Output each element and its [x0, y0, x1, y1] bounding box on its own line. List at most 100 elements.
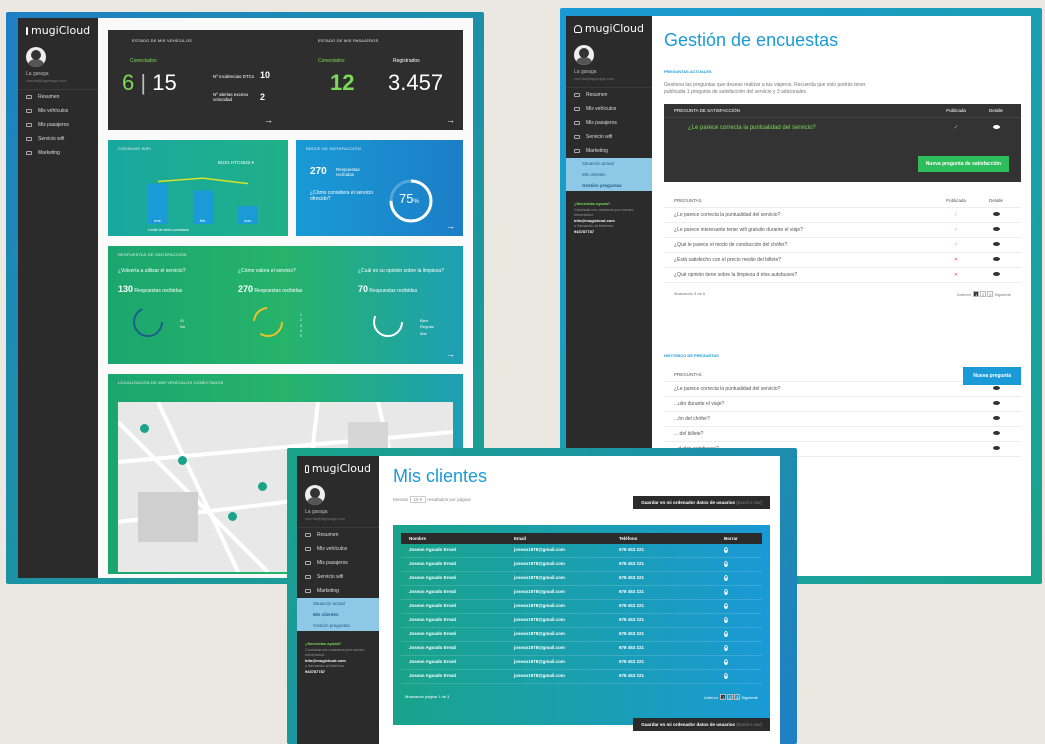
arrow-icon[interactable]: → — [446, 221, 455, 231]
question-row[interactable]: ¿Qué le parece el modo de conducción del… — [664, 238, 1021, 253]
delete-icon[interactable]: ✕ — [724, 589, 729, 595]
new-question-button[interactable]: Nueva pregunta — [963, 367, 1021, 385]
arrow-icon[interactable]: → — [446, 349, 455, 359]
eye-icon[interactable] — [992, 124, 1000, 129]
survey-2: ¿Cómo valora el servicio? 270 Respuestas… — [238, 268, 348, 347]
bus-marker-icon[interactable] — [178, 456, 187, 465]
bus-icon — [26, 109, 32, 113]
sidebar-item-wifi[interactable]: Servicio wifi — [566, 130, 652, 144]
sub-situacion[interactable]: Situación actual — [566, 158, 652, 169]
survey-question: ¿Cómo valora el servicio? — [238, 268, 296, 274]
veh-title: ESTADO DE MIS VEHÍCULOS — [132, 38, 192, 43]
help-box: ¿Necesitas ayuda? Contacta con nosotros p… — [305, 641, 365, 674]
delete-icon[interactable]: ✕ — [724, 617, 729, 623]
sat-head: PREGUNTA DE SATISFACCIÓN Publicada Detalle — [664, 104, 1021, 118]
delete-icon[interactable]: ✕ — [724, 673, 729, 679]
survey-question: ¿Cuál es su opinión sobre la limpieza? — [358, 268, 444, 274]
sidebar-item-vehiculos[interactable]: Mis vehículos — [297, 542, 379, 556]
eye-icon[interactable] — [992, 386, 1000, 390]
eye-icon[interactable] — [992, 242, 1000, 246]
per-page-select[interactable]: 10 ▾ — [409, 496, 427, 503]
user-email: cuenta@lagaraga.com — [574, 76, 615, 81]
delete-icon[interactable]: ✕ — [724, 603, 729, 609]
delete-icon[interactable]: ✕ — [724, 547, 729, 553]
megaphone-icon — [26, 151, 32, 155]
sidebar-item-pasajeros[interactable]: Mis pasajeros — [566, 116, 652, 130]
new-sat-button[interactable]: Nueva pregunta de satisfacción — [917, 156, 1009, 172]
table-row: Josean Agoado Ereati josean1978@gmail.com… — [401, 558, 762, 572]
sidebar-item-pasajeros[interactable]: Mis pasajeros — [297, 556, 379, 570]
sidebar-item-resumen[interactable]: Resumen — [566, 88, 652, 102]
sub-clientes[interactable]: Mis clientes — [297, 609, 379, 620]
save-users-button[interactable]: Guardar en mi ordenador datos de usuario… — [633, 496, 770, 509]
status-icon: ✕ — [953, 257, 959, 263]
pas-title: ESTADO DE MIS PASAJEROS — [318, 38, 379, 43]
delete-icon[interactable]: ✕ — [724, 631, 729, 637]
sidebar-item-resumen[interactable]: Resumen — [297, 528, 379, 542]
delete-icon[interactable]: ✕ — [724, 575, 729, 581]
eye-icon[interactable] — [992, 227, 1000, 231]
intro: Gestiona las preguntas que deseas realiz… — [664, 82, 866, 95]
donut-chart — [253, 307, 283, 337]
eye-icon[interactable] — [992, 446, 1000, 450]
sidebar-item-vehiculos[interactable]: Mis vehículos — [566, 102, 652, 116]
sub-clientes[interactable]: Mis clientes — [566, 169, 652, 180]
edit-icon[interactable] — [992, 257, 1000, 261]
bus-marker-icon[interactable] — [258, 482, 267, 491]
arrow-icon[interactable]: → — [264, 115, 273, 125]
incidencias-label: Nº incidencias DTCs — [213, 74, 255, 79]
bus-select[interactable]: BUS1 HTC4532 ▾ — [218, 160, 254, 166]
avatar[interactable] — [305, 485, 325, 505]
sidebar-item-wifi[interactable]: Servicio wifi — [297, 570, 379, 584]
question-row[interactable]: ¿Qué opinión tiene sobre la limpieza d e… — [664, 268, 1021, 283]
sub-preguntas[interactable]: Gestión preguntas — [297, 620, 379, 631]
historico-row[interactable]: ... del billete? — [664, 427, 1021, 442]
wifi-icon — [574, 135, 580, 139]
sidebar-item-marketing[interactable]: Marketing — [566, 144, 652, 158]
clients-table: Nombre Email Teléfono Borrar Josean Agoado … — [393, 525, 770, 725]
avatar[interactable] — [574, 45, 594, 65]
eye-icon[interactable] — [992, 431, 1000, 435]
edit-icon[interactable] — [992, 272, 1000, 276]
delete-icon[interactable]: ✕ — [724, 645, 729, 651]
eye-icon[interactable] — [992, 416, 1000, 420]
sidebar-item-marketing[interactable]: Marketing — [297, 584, 379, 598]
consumo-title: CONSUMO WIFI — [118, 146, 151, 151]
historico-list: ¿Le parece correcta la puntualidad del s… — [664, 382, 1021, 457]
sidebar-item-wifi[interactable]: Servicio wifi — [18, 132, 98, 146]
arrow-icon[interactable]: → — [446, 115, 455, 125]
sidebar: mugiCloud La garaga cuenta@lagaraga.com … — [18, 18, 98, 578]
eye-icon[interactable] — [992, 401, 1000, 405]
bus-marker-icon[interactable] — [228, 512, 237, 521]
historico-row[interactable]: ...uito durante el viaje? — [664, 397, 1021, 412]
save-users-button-bottom[interactable]: Guardar en mi ordenador datos de usuario… — [633, 718, 770, 731]
sat-count-label: Respuestas recibidas — [336, 167, 360, 177]
alertas-value: 2 — [260, 92, 266, 102]
table-row: Josean Agoado Ereati josean1978@gmail.com… — [401, 628, 762, 642]
sidebar-item-vehiculos[interactable]: Mis vehículos — [18, 104, 98, 118]
survey-legend: 12345 — [300, 313, 302, 338]
sub-preguntas[interactable]: Gestión preguntas — [566, 180, 652, 191]
bus-marker-icon[interactable] — [140, 424, 149, 433]
sidebar-item-marketing[interactable]: Marketing — [18, 146, 98, 160]
question-row[interactable]: ¿Le parece interesante tener wifi gratui… — [664, 223, 1021, 238]
delete-icon[interactable]: ✕ — [724, 659, 729, 665]
delete-icon[interactable]: ✕ — [724, 561, 729, 567]
pas-conectados-label: Conectados — [318, 58, 345, 64]
question-row[interactable]: ¿Le parece correcta la puntualidad del s… — [664, 208, 1021, 223]
sidebar-item-pasajeros[interactable]: Mis pasajeros — [18, 118, 98, 132]
avatar[interactable] — [26, 47, 46, 67]
megaphone-icon — [305, 589, 311, 593]
sidebar-item-resumen[interactable]: Resumen — [18, 90, 98, 104]
sub-situacion[interactable]: Situación actual — [297, 598, 379, 609]
logo: mugiCloud — [566, 16, 652, 41]
sidebar-nav: Resumen Mis vehículos Mis pasajeros Serv… — [18, 89, 98, 160]
sat-count: 270 — [310, 166, 327, 177]
veh-conectados-label: Conectados — [130, 58, 157, 64]
sat-question: ¿Cómo considera el servicio ofrecido? — [310, 190, 374, 202]
historico-row[interactable]: ...ón del chófer? — [664, 412, 1021, 427]
sat-question-row[interactable]: ¿Le parece correcta la puntualidad del s… — [664, 118, 1021, 135]
eye-icon[interactable] — [992, 212, 1000, 216]
registrados-label: Registrados — [393, 58, 420, 64]
question-row[interactable]: ¿Está satisfecho con el precio medio del… — [664, 253, 1021, 268]
